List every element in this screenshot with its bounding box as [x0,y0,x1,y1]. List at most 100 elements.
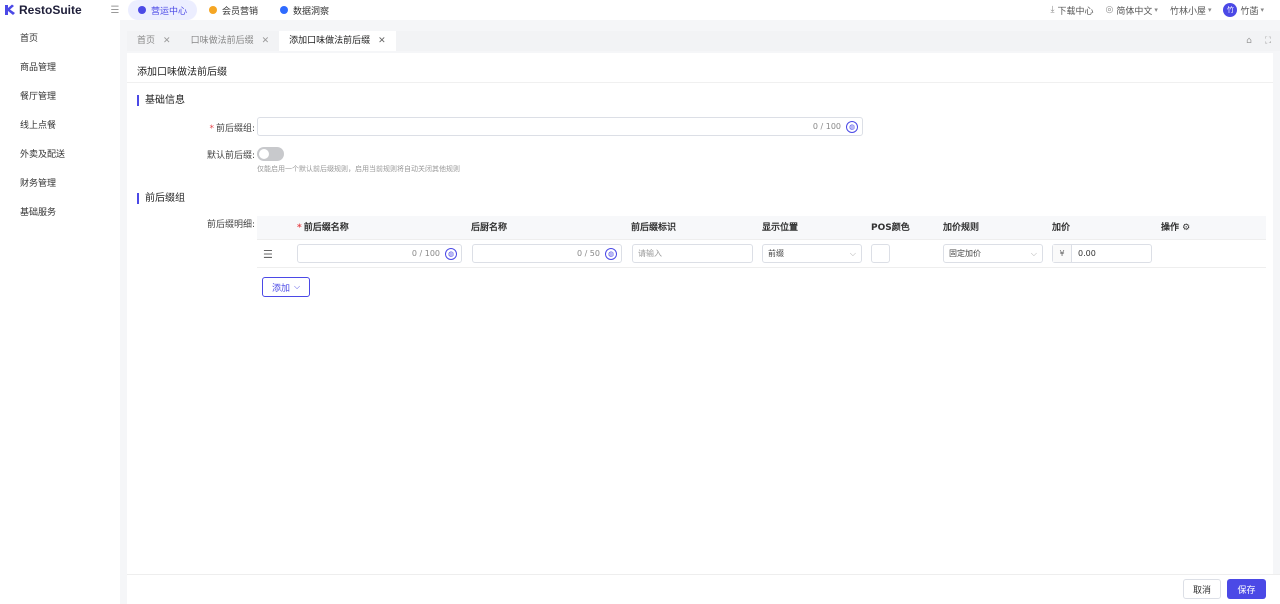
language-label: 简体中文 [1116,6,1153,17]
currency-prefix: ¥ [1053,245,1072,262]
sidebar-item-online-order[interactable]: 线上点餐 [0,112,120,141]
kitchen-name-input[interactable]: 0 / 50 ◍ [472,244,622,263]
main-panel: 添加口味做法前后缀 基础信息 * 前后缀组: 0 / 100 ◍ 默认前后缀: 仅… [127,53,1273,576]
restosuite-logo-icon [4,4,16,16]
pos-color-picker[interactable] [871,244,890,263]
char-counter: 0 / 100 [411,249,440,258]
group-name-input[interactable]: 0 / 100 ◍ [257,117,863,136]
store-label: 竹林小屋 [1169,6,1206,17]
close-icon[interactable]: ✕ [378,31,386,51]
nav-tab-member-marketing[interactable]: 会员营销 [199,0,268,20]
group-label: * 前后缀组: [197,121,255,134]
char-counter: 0 / 50 [576,249,600,258]
translate-icon[interactable]: ◍ [445,247,457,260]
nav-tab-label: 会员营销 [222,6,259,17]
column-header-identifier: 前后缀标识 [631,223,677,233]
close-icon[interactable]: ✕ [163,31,171,51]
detail-label: 前后缀明细: [206,220,255,230]
insight-icon [280,6,289,14]
chevron-down-icon: ⌵ [293,282,301,291]
table-row: ☰ 0 / 100 ◍ 0 / 50 ◍ 请输入 前缀 ⌵ 固定加价 ⌵ ¥ 0… [257,240,1266,268]
nav-tab-label: 营运中心 [151,6,188,17]
tab-home[interactable]: 首页 ✕ [127,31,181,51]
affix-name-input[interactable]: 0 / 100 ◍ [297,244,462,263]
fullscreen-icon[interactable]: ⛶ [1261,34,1275,48]
user-menu[interactable]: 竹 竹菡 ▾ [1223,3,1264,17]
column-header-name: * 前后缀名称 [297,223,349,233]
sidebar-item-products[interactable]: 商品管理 [0,54,120,83]
chevron-down-icon: ▾ [1207,6,1212,14]
tab-flavor-affix[interactable]: 口味做法前后缀 ✕ [181,31,280,51]
price-rule-select[interactable]: 固定加价 ⌵ [943,244,1043,263]
column-header-price-rule: 加价规则 [943,223,980,233]
divider [127,82,1273,83]
form-footer: 取消 保存 [127,574,1280,604]
column-header-position: 显示位置 [762,223,799,233]
actions-label: 操作 [1161,223,1180,233]
column-header-price: 加价 [1052,223,1071,233]
top-bar: RestoSuite ☰ 营运中心 会员营销 数据洞察 ⤓ 下载中心 ◎ 简体中… [0,0,1280,20]
marketing-icon [209,6,218,14]
char-counter: 0 / 100 [812,122,841,131]
lock-icon[interactable]: ⌂ [1242,34,1256,48]
default-affix-hint: 仅能启用一个默认前后缀规则，启用当前规则将自动关闭其他规则 [257,165,460,173]
sidebar-item-delivery[interactable]: 外卖及配送 [0,141,120,170]
default-affix-toggle[interactable] [257,147,284,161]
column-header-pos-color: POS颜色 [871,223,910,233]
position-select[interactable]: 前缀 ⌵ [762,244,862,263]
store-select[interactable]: 竹林小屋 ▾ [1170,4,1212,17]
download-center-link[interactable]: ⤓ 下载中心 [1051,4,1094,17]
tab-label: 首页 [137,36,156,46]
column-header-actions: 操作 ⚙ [1161,216,1190,240]
language-select[interactable]: ◎ 简体中文 ▾ [1106,4,1158,17]
price-value: 0.00 [1078,249,1096,258]
tab-label: 口味做法前后缀 [190,36,254,46]
brand-logo[interactable]: RestoSuite [4,3,108,17]
sidebar-item-finance[interactable]: 财务管理 [0,170,120,199]
page-tab-strip: 首页 ✕ 口味做法前后缀 ✕ 添加口味做法前后缀 ✕ ⌂ ⛶ [127,31,1280,51]
required-marker: * [209,124,214,134]
sidebar-item-home[interactable]: 首页 [0,25,120,54]
page-title: 添加口味做法前后缀 [137,67,227,78]
translate-icon[interactable]: ◍ [605,247,617,260]
gear-icon[interactable]: ⚙ [1182,223,1190,233]
price-rule-value: 固定加价 [949,249,981,258]
globe-icon: ◎ [1105,5,1114,15]
avatar: 竹 [1223,3,1238,17]
drag-handle-icon[interactable]: ☰ [263,248,273,261]
nav-tab-label: 数据洞察 [293,6,330,17]
sidebar-item-restaurant[interactable]: 餐厅管理 [0,83,120,112]
download-icon: ⤓ [1050,5,1055,15]
section-title-basic: 基础信息 [137,95,185,106]
nav-tab-operations[interactable]: 营运中心 [128,0,198,20]
group-label-text: 前后缀组: [215,124,255,134]
chevron-down-icon: ▾ [1154,6,1158,14]
tab-add-flavor-affix[interactable]: 添加口味做法前后缀 ✕ [279,31,396,51]
sidebar-collapse-icon[interactable]: ☰ [108,3,122,17]
brand-name: RestoSuite [19,3,82,17]
top-right-tools: ⤓ 下载中心 ◎ 简体中文 ▾ 竹林小屋 ▾ 竹 竹菡 ▾ [1039,0,1280,20]
default-affix-label: 默认前后缀: [206,151,255,161]
sidebar-gutter [120,20,127,604]
identifier-input[interactable]: 请输入 [632,244,753,263]
download-center-label: 下载中心 [1057,6,1094,17]
user-name: 竹菡 [1240,6,1259,17]
nav-tab-data-insight[interactable]: 数据洞察 [270,0,339,20]
add-button-label: 添加 [271,283,290,294]
price-input[interactable]: ¥ 0.00 [1052,244,1152,263]
add-button[interactable]: 添加 ⌵ [262,277,310,297]
sidebar: 首页 商品管理 餐厅管理 线上点餐 外卖及配送 财务管理 基础服务 [0,20,120,604]
tab-label: 添加口味做法前后缀 [289,36,371,46]
save-button[interactable]: 保存 [1227,579,1266,599]
chevron-down-icon: ▾ [1260,6,1264,14]
translate-icon[interactable]: ◍ [846,120,858,133]
section-title-group: 前后缀组 [137,193,185,204]
column-header-kitchen-name: 后厨名称 [471,223,508,233]
cancel-button[interactable]: 取消 [1183,579,1221,599]
operations-icon [138,6,146,14]
close-icon[interactable]: ✕ [262,31,270,51]
chevron-down-icon: ⌵ [1030,248,1037,258]
detail-table-header: * 前后缀名称 后厨名称 前后缀标识 显示位置 POS颜色 加价规则 加价 操作 … [257,216,1266,240]
chevron-down-icon: ⌵ [849,248,856,258]
sidebar-item-basic-services[interactable]: 基础服务 [0,199,120,228]
